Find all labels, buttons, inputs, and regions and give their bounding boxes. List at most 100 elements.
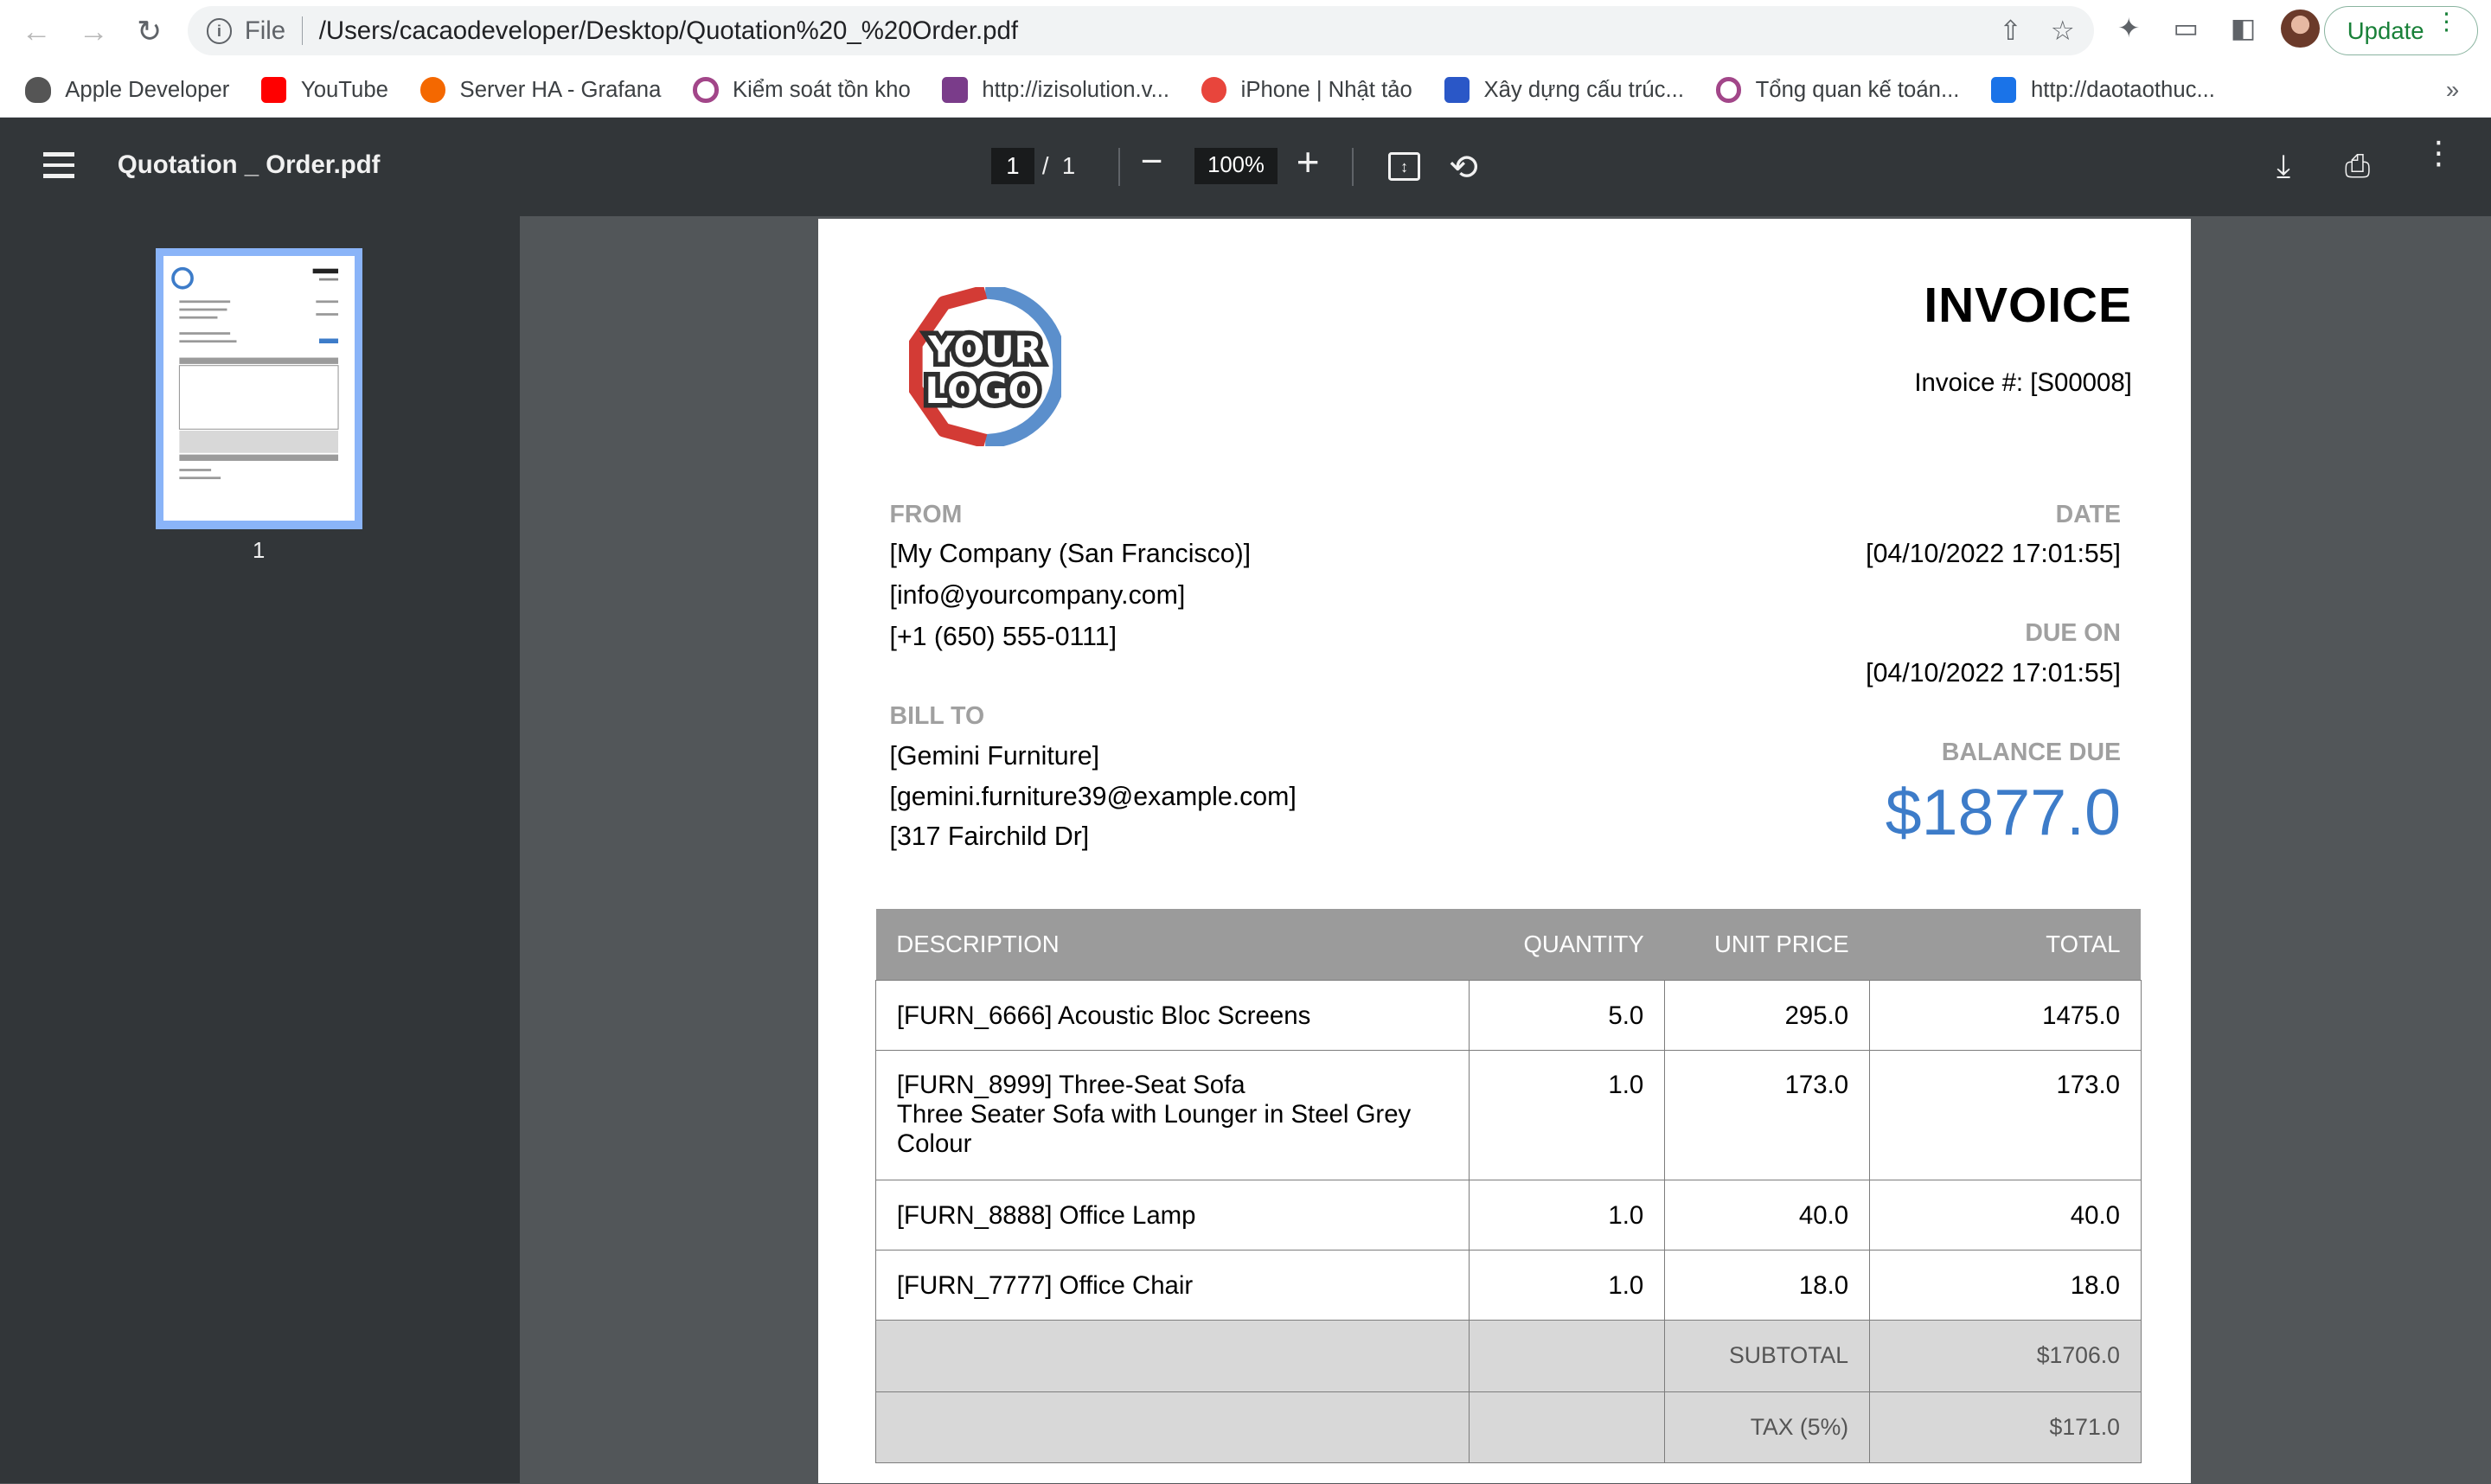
table-row: [FURN_8999] Three-Seat Sofa Three Seater… [875, 1049, 2142, 1181]
header-description: DESCRIPTION [875, 908, 1470, 981]
invoice-title: INVOICE [1924, 277, 2132, 333]
bookmark-item[interactable]: Kiểm soát tồn kho [693, 77, 911, 103]
bookmark-label: Kiểm soát tồn kho [733, 77, 911, 102]
profile-avatar[interactable] [2281, 10, 2320, 48]
bill-to-label: BILL TO [889, 701, 985, 730]
pdf-page: YOUR LOGO INVOICE Invoice #: [S00008] FR… [817, 219, 2191, 1484]
item-quantity: 1.0 [1469, 1180, 1666, 1251]
bookmark-item[interactable]: Xây dựng cấu trúc... [1444, 77, 1684, 103]
more-actions-icon[interactable]: ⋮ [2423, 137, 2455, 169]
bookmark-label: Apple Developer [65, 77, 230, 102]
total-pages: 1 [1061, 152, 1076, 180]
rotate-icon[interactable]: ⟲ [1449, 146, 1478, 188]
due-date: [04/10/2022 17:01:55] [1866, 659, 2121, 688]
bookmark-item[interactable]: YouTube [261, 77, 388, 103]
zoom-level-input[interactable]: 100% [1194, 147, 1278, 185]
page-separator: / [1041, 152, 1049, 180]
bookmark-label: Xây dựng cấu trúc... [1483, 77, 1684, 102]
page-number-input[interactable]: 1 [991, 147, 1034, 185]
item-total: 40.0 [1868, 1180, 2142, 1251]
item-quantity: 5.0 [1469, 979, 1666, 1051]
url-text[interactable]: /Users/cacaodeveloper/Desktop/Quotation%… [319, 16, 1018, 46]
thumbnail-preview [163, 255, 355, 521]
bookmark-item[interactable]: Server HA - Grafana [419, 77, 661, 103]
item-description: [FURN_7777] Office Chair [875, 1250, 1470, 1321]
site-info-icon[interactable]: i [206, 18, 233, 44]
bookmark-item[interactable]: iPhone | Nhật tảo [1201, 77, 1412, 103]
line-items-table: DESCRIPTION QUANTITY UNIT PRICE TOTAL [F… [875, 908, 2142, 1464]
thumbnail-page-number: 1 [253, 538, 266, 563]
tax-label: TAX (5%) [1664, 1391, 1870, 1464]
page-thumbnail[interactable] [155, 247, 362, 529]
subtotal-label: SUBTOTAL [1664, 1320, 1870, 1392]
summary-empty-cell [1469, 1391, 1666, 1464]
cast-icon[interactable]: ▭ [2167, 10, 2205, 48]
header-unit-price: UNIT PRICE [1664, 908, 1870, 981]
odoo-icon [693, 77, 719, 103]
update-button[interactable]: Update ⋮ [2324, 6, 2479, 56]
zoom-out-icon[interactable]: − [1141, 140, 1163, 183]
chrome-menu-icon[interactable]: ⋮ [2435, 10, 2459, 34]
reload-icon[interactable]: ↻ [122, 5, 176, 59]
share-icon[interactable]: ⇧ [2000, 16, 2022, 47]
logo-text-top: YOUR [927, 329, 1042, 371]
invoice-number: Invoice #: [S00008] [1914, 368, 2132, 398]
subtotal-value: $1706.0 [1868, 1320, 2142, 1392]
daotao-icon [1991, 77, 2017, 103]
item-description: [FURN_6666] Acoustic Bloc Screens [875, 979, 1470, 1051]
header-total: TOTAL [1869, 908, 2142, 981]
bookmark-star-icon[interactable]: ☆ [2051, 16, 2075, 47]
item-quantity: 1.0 [1469, 1250, 1666, 1321]
bookmark-label: http://izisolution.v... [982, 77, 1170, 102]
item-unit-price: 40.0 [1664, 1180, 1870, 1251]
page-count: / 1 [1042, 152, 1075, 180]
tax-value: $171.0 [1868, 1391, 2142, 1464]
bill-to-email: [gemini.furniture39@example.com] [889, 783, 1297, 812]
browser-toolbar: ← → ↻ i File /Users/cacaodeveloper/Deskt… [0, 0, 2491, 64]
table-row: [FURN_8888] Office Lamp 1.0 40.0 40.0 [875, 1180, 2142, 1251]
back-arrow-icon[interactable]: ← [10, 5, 63, 59]
from-company: [My Company (San Francisco)] [889, 540, 1252, 569]
side-panel-icon[interactable]: ◧ [2224, 10, 2262, 48]
forward-arrow-icon[interactable]: → [67, 5, 120, 59]
izisolution-icon [942, 77, 968, 103]
subtotal-row: SUBTOTAL $1706.0 [875, 1320, 2142, 1392]
item-total: 173.0 [1868, 1049, 2142, 1181]
thumbnail-sidebar: 1 [0, 215, 520, 1484]
bookmark-item[interactable]: Tổng quan kế toán... [1715, 77, 1960, 103]
summary-empty-cell [1469, 1320, 1666, 1392]
bookmarks-overflow-icon[interactable]: » [2446, 76, 2459, 104]
print-icon[interactable]: ⎙ [2345, 148, 2370, 185]
logo-text-bottom: LOGO [925, 369, 1039, 412]
extensions-icon[interactable]: ✦ [2110, 10, 2148, 48]
table-row: [FURN_7777] Office Chair 1.0 18.0 18.0 [875, 1250, 2142, 1321]
menu-icon[interactable] [42, 152, 75, 178]
company-logo: YOUR LOGO [908, 287, 1061, 447]
balance-due-amount: $1877.0 [1885, 776, 2121, 849]
bookmark-item[interactable]: http://izisolution.v... [942, 77, 1170, 103]
bookmark-item[interactable]: http://daotaothuc... [1991, 77, 2215, 103]
bill-to-name: [Gemini Furniture] [889, 741, 1099, 771]
item-unit-price: 18.0 [1664, 1250, 1870, 1321]
item-unit-price: 295.0 [1664, 979, 1870, 1051]
apple-icon [25, 77, 51, 103]
item-total: 18.0 [1868, 1250, 2142, 1321]
fit-page-icon[interactable]: ↕ [1388, 152, 1420, 182]
toolbar-divider [1118, 147, 1120, 186]
due-on-label: DUE ON [2025, 619, 2121, 648]
table-row: [FURN_6666] Acoustic Bloc Screens 5.0 29… [875, 979, 2142, 1051]
summary-empty-cell [875, 1391, 1470, 1464]
toolbar-divider [1352, 147, 1354, 186]
address-bar[interactable]: i File /Users/cacaodeveloper/Desktop/Quo… [187, 6, 2094, 56]
bookmark-label: Tổng quan kế toán... [1755, 77, 1960, 102]
bookmark-label: iPhone | Nhật tảo [1240, 77, 1412, 102]
from-label: FROM [889, 500, 963, 528]
tax-row: TAX (5%) $171.0 [875, 1391, 2142, 1464]
zoom-in-icon[interactable]: + [1297, 138, 1320, 185]
table-header-row: DESCRIPTION QUANTITY UNIT PRICE TOTAL [875, 908, 2142, 981]
download-icon[interactable]: ⤓ [2276, 148, 2290, 185]
bill-to-address: [317 Fairchild Dr] [889, 822, 1090, 852]
item-description: [FURN_8888] Office Lamp [875, 1180, 1470, 1251]
bookmark-item[interactable]: Apple Developer [25, 77, 230, 103]
from-phone: [+1 (650) 555-0111] [889, 622, 1117, 651]
